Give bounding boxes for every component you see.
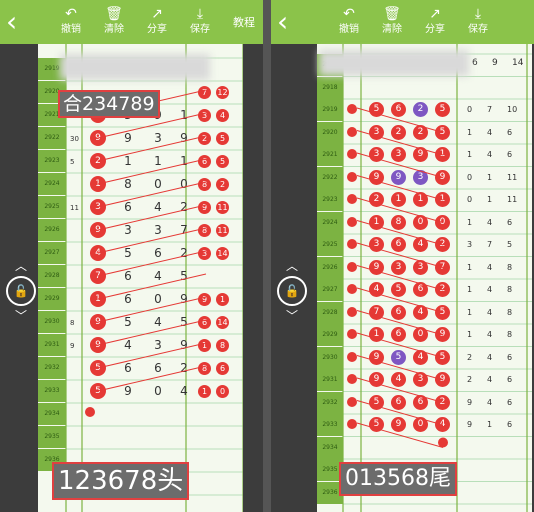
chevron-up-icon: ︿: [14, 259, 27, 273]
share-button[interactable]: ↗ 分享: [418, 6, 452, 40]
right-lines: [356, 107, 448, 448]
lock-control[interactable]: ︿ 🔓 ﹀: [6, 260, 36, 330]
left-bottom-label: 123678头: [52, 462, 190, 500]
clear-label: 清除: [382, 24, 402, 35]
share-icon: ↗: [151, 6, 163, 22]
clear-button[interactable]: 🗑 清除: [375, 6, 409, 40]
undo-icon: ↶: [65, 6, 77, 22]
share-icon: ↗: [429, 6, 441, 22]
right-bottom-label: 013568尾: [339, 462, 457, 496]
clear-label: 清除: [104, 24, 124, 35]
chevron-down-icon: ﹀: [14, 309, 27, 323]
back-icon[interactable]: ‹: [277, 8, 301, 36]
screen: ‹ ↶ 撤销 🗑 清除 ↗ 分享 ⤓ 保存 教程 ︿ 🔓 ﹀ 2919 2920…: [0, 0, 534, 512]
lock-icon: 🔓: [6, 276, 36, 306]
share-label: 分享: [147, 24, 167, 35]
clear-button[interactable]: 🗑 清除: [97, 6, 131, 40]
undo-label: 撤销: [61, 24, 81, 35]
save-button[interactable]: ⤓ 保存: [183, 6, 217, 40]
lock-control[interactable]: ︿ 🔓 ﹀: [277, 260, 307, 330]
blurred-region: [319, 50, 469, 76]
left-toolbar: ‹ ↶ 撤销 🗑 清除 ↗ 分享 ⤓ 保存 教程: [0, 0, 263, 44]
right-toolbar: ‹ ↶ 撤销 🗑 清除 ↗ 分享 ⤓ 保存: [271, 0, 534, 44]
back-icon[interactable]: ‹: [6, 8, 30, 36]
undo-icon: ↶: [343, 6, 355, 22]
chevron-up-icon: ︿: [285, 259, 298, 273]
right-pane: ‹ ↶ 撤销 🗑 清除 ↗ 分享 ⤓ 保存 ︿ 🔓 ﹀ 29172918291: [271, 0, 534, 512]
undo-button[interactable]: ↶ 撤销: [332, 6, 366, 40]
left-pane: ‹ ↶ 撤销 🗑 清除 ↗ 分享 ⤓ 保存 教程 ︿ 🔓 ﹀ 2919 2920…: [0, 0, 263, 512]
left-top-label: 合234789: [58, 90, 160, 118]
lock-icon: 🔓: [277, 276, 307, 306]
share-button[interactable]: ↗ 分享: [140, 6, 174, 40]
save-label: 保存: [468, 24, 488, 35]
save-label: 保存: [190, 24, 210, 35]
tutorial-button[interactable]: 教程: [233, 14, 255, 30]
blurred-region: [60, 54, 210, 80]
undo-label: 撤销: [339, 24, 359, 35]
undo-button[interactable]: ↶ 撤销: [54, 6, 88, 40]
save-button[interactable]: ⤓ 保存: [461, 6, 495, 40]
chevron-down-icon: ﹀: [285, 309, 298, 323]
trash-icon: 🗑: [105, 6, 123, 22]
share-label: 分享: [425, 24, 445, 35]
right-chart-sheet: 2917291829192920292129222923292429252926…: [317, 44, 532, 512]
download-icon: ⤓: [196, 6, 204, 22]
trash-icon: 🗑: [383, 6, 401, 22]
download-icon: ⤓: [474, 6, 482, 22]
